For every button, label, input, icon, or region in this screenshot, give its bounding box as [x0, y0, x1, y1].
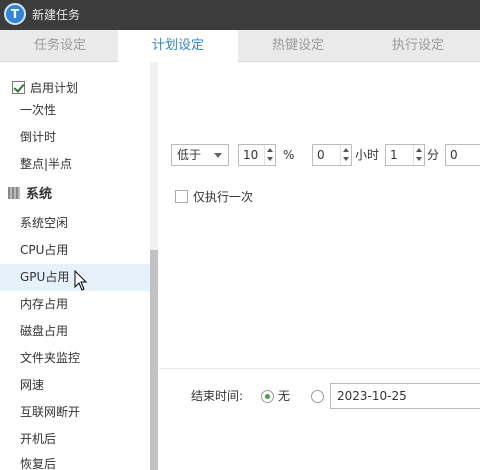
- stepper-arrows[interactable]: [264, 145, 275, 165]
- tab-plan-settings[interactable]: 计划设定: [118, 30, 238, 63]
- tab-hotkey-settings[interactable]: 热键设定: [238, 30, 358, 62]
- minutes-unit: 分: [427, 148, 440, 162]
- sidebar-item-once[interactable]: 一次性: [0, 97, 150, 124]
- stepper-up-icon: [416, 148, 422, 152]
- stepper-up-icon: [343, 148, 349, 152]
- chevron-down-icon: [214, 153, 222, 158]
- sidebar-item-internet-disconnect[interactable]: 互联网断开: [0, 399, 150, 426]
- end-time-date-radio[interactable]: [311, 390, 324, 403]
- sidebar-item-network-speed[interactable]: 网速: [0, 372, 150, 399]
- seconds-stepper[interactable]: 0: [445, 144, 480, 166]
- plan-settings-panel: 低于 10 % 0 小时 1 分 0 仅执行一次 结束时间: 无 2023-10…: [159, 62, 480, 470]
- sidebar-group-system[interactable]: 系统: [8, 186, 52, 204]
- end-time-label: 结束时间:: [191, 389, 244, 403]
- sidebar-item-memory[interactable]: 内存占用: [0, 291, 150, 318]
- section-divider: [159, 368, 480, 369]
- stepper-down-icon: [343, 157, 349, 161]
- run-once-label: 仅执行一次: [193, 190, 254, 204]
- hours-stepper[interactable]: 0: [312, 144, 352, 166]
- minutes-stepper[interactable]: 1: [385, 144, 425, 166]
- tab-execution-settings[interactable]: 执行设定: [358, 30, 478, 62]
- sidebar-item-after-boot[interactable]: 开机后: [0, 426, 150, 453]
- window-title: 新建任务: [32, 8, 81, 22]
- hours-value: 0: [317, 148, 325, 162]
- sidebar-item-system-idle[interactable]: 系统空闲: [0, 210, 150, 237]
- group-collapse-icon: [8, 187, 20, 199]
- threshold-stepper[interactable]: 10: [238, 144, 276, 166]
- threshold-value: 10: [243, 148, 259, 162]
- mouse-cursor-icon: [74, 270, 88, 291]
- comparator-value: 低于: [177, 148, 202, 162]
- app-logo-icon: T: [4, 3, 26, 25]
- sidebar-item-after-resume[interactable]: 恢复后: [0, 451, 150, 470]
- run-once-checkbox[interactable]: 仅执行一次: [175, 189, 253, 205]
- stepper-down-icon: [416, 157, 422, 161]
- sidebar-item-disk[interactable]: 磁盘占用: [0, 318, 150, 345]
- sidebar-scrollbar-thumb[interactable]: [150, 250, 158, 470]
- sidebar-item-cpu[interactable]: CPU占用: [0, 237, 150, 264]
- hours-unit: 小时: [355, 148, 380, 162]
- comparator-dropdown[interactable]: 低于: [171, 144, 229, 166]
- tab-task-settings[interactable]: 任务设定: [0, 30, 120, 62]
- stepper-down-icon: [267, 157, 273, 161]
- end-date-field[interactable]: 2023-10-25: [330, 383, 480, 409]
- checkbox-checked-icon: [12, 81, 25, 94]
- seconds-value: 0: [450, 148, 458, 162]
- enable-plan-checkbox[interactable]: 启用计划: [12, 80, 78, 96]
- checkbox-unchecked-icon: [175, 190, 188, 203]
- tab-bar: 任务设定 计划设定 热键设定 执行设定: [0, 30, 480, 63]
- end-time-none-label: 无: [278, 389, 291, 403]
- sidebar-item-hour-half[interactable]: 整点|半点: [0, 151, 150, 178]
- end-time-none-radio[interactable]: [261, 390, 274, 403]
- sidebar-item-countdown[interactable]: 倒计时: [0, 124, 150, 151]
- minutes-value: 1: [390, 148, 398, 162]
- stepper-up-icon: [267, 148, 273, 152]
- group-label: 系统: [26, 187, 53, 202]
- stepper-arrows[interactable]: [340, 145, 351, 165]
- title-bar: T 新建任务: [0, 0, 480, 30]
- stepper-arrows[interactable]: [413, 145, 424, 165]
- threshold-unit: %: [283, 148, 295, 162]
- enable-plan-label: 启用计划: [30, 81, 79, 95]
- sidebar-item-folder-monitor[interactable]: 文件夹监控: [0, 345, 150, 372]
